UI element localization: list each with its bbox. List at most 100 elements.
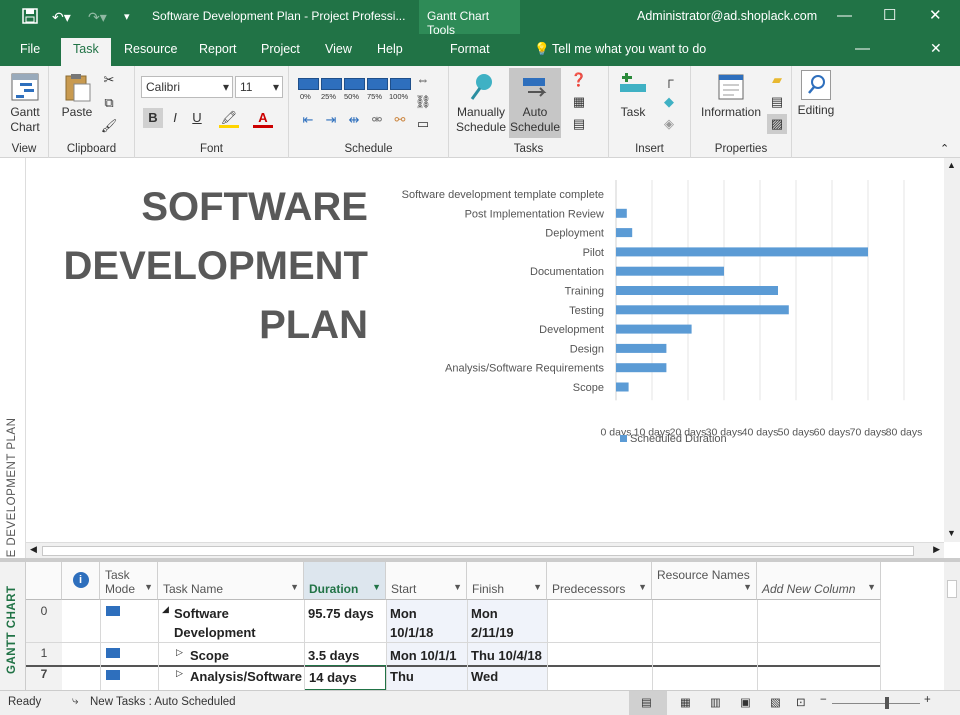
split-task-icon[interactable]: ⇹ bbox=[344, 110, 364, 130]
add-new-column-header[interactable]: Add New Column ▼ bbox=[757, 562, 881, 600]
cut-icon[interactable]: ✂ bbox=[99, 70, 119, 90]
zoom-fit-icon[interactable]: ⊡ bbox=[796, 695, 806, 709]
font-size-select[interactable]: 11 ▾ bbox=[235, 76, 283, 98]
scroll-thumb[interactable] bbox=[42, 546, 914, 556]
collapse-icon[interactable]: ◢ bbox=[162, 604, 169, 615]
inspect-icon[interactable]: ❓ bbox=[569, 70, 589, 90]
underline-button[interactable]: U bbox=[187, 108, 207, 128]
row-id[interactable]: 0 bbox=[26, 604, 62, 618]
undo-icon[interactable]: ↶▾ bbox=[52, 8, 71, 26]
table-scroll-thumb[interactable] bbox=[947, 580, 957, 598]
task-name-cell[interactable]: Software Development bbox=[170, 602, 304, 644]
resource-sheet-icon[interactable]: ▣ bbox=[740, 695, 751, 709]
tab-format[interactable]: Format bbox=[450, 42, 490, 56]
unlink-icon[interactable]: ⚮ bbox=[367, 110, 387, 130]
table-vertical-scrollbar[interactable] bbox=[944, 562, 960, 690]
link-tasks-icon[interactable]: ⛓ bbox=[413, 92, 433, 112]
pct-50-button[interactable] bbox=[344, 78, 365, 90]
redo-icon[interactable]: ↷▾ bbox=[88, 8, 107, 26]
user-account[interactable]: Administrator@ad.shoplack.com bbox=[637, 9, 817, 23]
tell-me-search[interactable]: Tell me what you want to do bbox=[552, 42, 706, 56]
ribbon-minimize-icon[interactable]: — bbox=[855, 40, 870, 57]
pct-75-button[interactable] bbox=[367, 78, 388, 90]
row-id[interactable]: 1 bbox=[26, 646, 62, 660]
tab-help[interactable]: Help bbox=[377, 42, 403, 56]
copy-icon[interactable]: ⧉ bbox=[99, 93, 119, 113]
task-name-cell[interactable]: Analysis/Software bbox=[186, 665, 304, 688]
highlight-color-icon[interactable]: 🖍 bbox=[219, 108, 239, 128]
outdent-icon[interactable]: ⇤ bbox=[298, 110, 318, 130]
zoom-in-icon[interactable]: + bbox=[924, 694, 931, 706]
info-column-header[interactable]: i bbox=[62, 562, 100, 600]
view-gantt-shortcut[interactable]: ▤ bbox=[629, 691, 667, 715]
finish-cell[interactable]: Wed bbox=[467, 665, 547, 688]
start-cell[interactable]: Mon 10/1/1 bbox=[386, 644, 467, 667]
start-header[interactable]: Start ▼ bbox=[386, 562, 467, 600]
report-vertical-scrollbar[interactable]: ▲ ▼ bbox=[944, 158, 960, 542]
collapse-ribbon-icon[interactable]: ⌃ bbox=[940, 142, 949, 155]
team-planner-icon[interactable]: ▥ bbox=[710, 695, 721, 709]
unlink-tasks-icon[interactable]: ⚯ bbox=[390, 110, 410, 130]
finish-cell[interactable]: Thu 10/4/18 bbox=[467, 644, 547, 667]
pct-0-button[interactable] bbox=[298, 78, 319, 90]
auto-schedule-button[interactable]: Auto Schedule bbox=[509, 68, 561, 138]
summary-icon[interactable]: ┌ bbox=[659, 70, 679, 90]
manually-schedule-button[interactable]: Manually Schedule bbox=[453, 72, 509, 135]
tab-view[interactable]: View bbox=[325, 42, 352, 56]
expand-icon[interactable]: ▷ bbox=[176, 668, 183, 679]
tell-me-icon[interactable]: 💡 bbox=[534, 42, 550, 57]
select-all-header[interactable] bbox=[26, 562, 62, 600]
zoom-slider-thumb[interactable] bbox=[885, 697, 889, 709]
respect-links-icon[interactable]: ⇔ bbox=[413, 70, 433, 90]
scroll-left-icon[interactable]: ◀ bbox=[30, 544, 37, 555]
start-cell[interactable]: Thu bbox=[386, 665, 467, 688]
tab-task[interactable]: Task bbox=[61, 38, 111, 66]
pct-100-button[interactable] bbox=[390, 78, 411, 90]
insert-task-button[interactable]: Task bbox=[615, 72, 651, 120]
gantt-chart-button[interactable]: Gantt Chart bbox=[4, 72, 46, 135]
tab-resource[interactable]: Resource bbox=[124, 42, 178, 56]
scroll-down-icon[interactable]: ▼ bbox=[947, 528, 956, 538]
details-icon[interactable]: ▤ bbox=[767, 92, 787, 112]
maximize-icon[interactable]: ☐ bbox=[883, 6, 896, 26]
task-name-header[interactable]: Task Name ▼ bbox=[158, 562, 304, 600]
add-to-timeline-icon[interactable]: ▨ bbox=[767, 114, 787, 134]
new-tasks-mode[interactable]: New Tasks : Auto Scheduled bbox=[90, 696, 236, 708]
task-name-cell[interactable]: Scope bbox=[186, 644, 304, 667]
duration-header[interactable]: Duration ▼ bbox=[304, 562, 386, 600]
start-cell[interactable]: Mon 10/1/18 bbox=[386, 602, 467, 644]
tab-project[interactable]: Project bbox=[261, 42, 300, 56]
minimize-icon[interactable]: — bbox=[837, 6, 852, 26]
pct-25-button[interactable] bbox=[321, 78, 342, 90]
scroll-right-icon[interactable]: ▶ bbox=[933, 544, 940, 555]
task-mode-header[interactable]: Task Mode ▼ bbox=[100, 562, 158, 600]
milestone-icon[interactable]: ◆ bbox=[659, 92, 679, 112]
scroll-up-icon[interactable]: ▲ bbox=[947, 160, 956, 170]
bold-button[interactable]: B bbox=[143, 108, 163, 128]
font-name-select[interactable]: Calibri ▾ bbox=[141, 76, 233, 98]
notes-icon[interactable]: ▰ bbox=[767, 70, 787, 90]
finish-cell[interactable]: Mon 2/11/19 bbox=[467, 602, 547, 644]
resource-names-header[interactable]: Resource Names ▼ bbox=[652, 562, 757, 600]
task-usage-icon[interactable]: ▦ bbox=[680, 695, 691, 709]
move-icon[interactable]: ▦ bbox=[569, 92, 589, 112]
paste-button[interactable]: Paste bbox=[59, 72, 95, 120]
report-icon[interactable]: ▧ bbox=[770, 695, 781, 709]
italic-button[interactable]: I bbox=[165, 108, 185, 128]
duration-cell[interactable]: 3.5 days bbox=[304, 644, 386, 667]
mode-icon[interactable]: ▤ bbox=[569, 114, 589, 134]
row-id[interactable]: 7 bbox=[26, 667, 62, 681]
tab-report[interactable]: Report bbox=[199, 42, 237, 56]
zoom-slider-track[interactable] bbox=[832, 703, 920, 704]
duration-cell[interactable]: 95.75 days bbox=[304, 602, 386, 625]
zoom-out-icon[interactable]: − bbox=[820, 694, 827, 706]
font-color-icon[interactable]: A bbox=[253, 108, 273, 128]
save-icon[interactable] bbox=[22, 8, 38, 28]
information-button[interactable]: Information bbox=[697, 72, 765, 120]
deliverable-icon[interactable]: ◈ bbox=[659, 114, 679, 134]
close-icon[interactable]: ✕ bbox=[929, 6, 942, 26]
predecessors-header[interactable]: Predecessors ▼ bbox=[547, 562, 652, 600]
inactivate-icon[interactable]: ▭ bbox=[413, 114, 433, 134]
finish-header[interactable]: Finish ▼ bbox=[467, 562, 547, 600]
indent-icon[interactable]: ⇥ bbox=[321, 110, 341, 130]
